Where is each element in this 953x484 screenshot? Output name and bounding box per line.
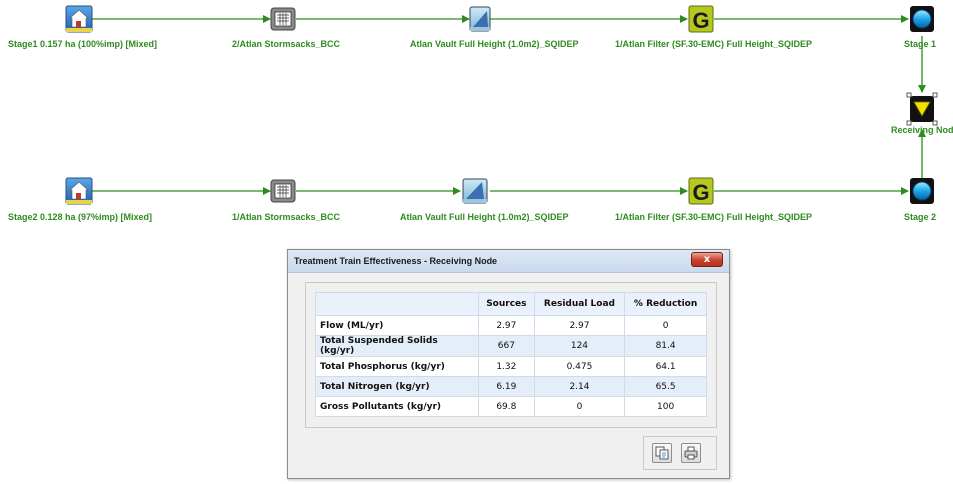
treatment-train-dialog: Treatment Train Effectiveness - Receivin…: [287, 249, 730, 479]
residual-cell: 0.475: [533, 356, 626, 377]
source-node-icon[interactable]: [65, 177, 93, 205]
stormsacks-node-icon[interactable]: [270, 179, 296, 203]
column-header-residual-load: Residual Load: [533, 292, 626, 316]
row-label: Total Suspended Solids (kg/yr): [315, 335, 479, 357]
close-icon: x: [703, 254, 711, 265]
stage2-label: Stage 2: [904, 212, 937, 222]
source2-label: Stage2 0.128 ha (97%imp) [Mixed]: [8, 212, 153, 222]
table-row[interactable]: Total Suspended Solids (kg/yr) 667 124 8…: [315, 335, 707, 357]
vault1-label: Atlan Vault Full Height (1.0m2)_SQIDEP: [410, 39, 579, 49]
dialog-title: Treatment Train Effectiveness - Receivin…: [294, 256, 498, 266]
residual-cell: 2.14: [533, 376, 626, 397]
sources-cell: 1.32: [478, 356, 535, 377]
table-header-row: Sources Residual Load % Reduction: [315, 292, 707, 316]
stage2-node-icon[interactable]: [910, 178, 934, 204]
source-node-icon[interactable]: [65, 5, 93, 33]
column-header-reduction: % Reduction: [624, 292, 707, 316]
filter-node-icon[interactable]: G: [688, 177, 714, 205]
stage1-node-icon[interactable]: [910, 6, 934, 32]
reduction-cell: 81.4: [624, 335, 707, 357]
filter-node-icon[interactable]: G: [688, 5, 714, 33]
column-header: [315, 292, 479, 316]
vault-node-icon[interactable]: [469, 6, 491, 32]
stage1-label: Stage 1: [904, 39, 937, 49]
sources-cell: 6.19: [478, 376, 535, 397]
residual-cell: 0: [533, 396, 626, 417]
source1-label: Stage1 0.157 ha (100%imp) [Mixed]: [8, 39, 158, 49]
filter1-label: 1/Atlan Filter (SF.30-EMC) Full Height_S…: [615, 39, 813, 49]
results-table: Sources Residual Load % Reduction Flow (…: [315, 292, 707, 417]
print-icon: [684, 446, 698, 460]
vault-node-icon[interactable]: [462, 178, 488, 204]
row-label: Flow (ML/yr): [315, 315, 479, 336]
receiving-node-icon[interactable]: [906, 92, 938, 126]
receiving-node-label: Receiving Node: [891, 125, 953, 135]
residual-cell: 2.97: [533, 315, 626, 336]
table-row[interactable]: Total Phosphorus (kg/yr) 1.32 0.475 64.1: [315, 356, 707, 377]
close-button[interactable]: x: [691, 252, 723, 267]
filter-glyph: G: [692, 8, 709, 33]
row-label: Total Nitrogen (kg/yr): [315, 376, 479, 397]
row-label: Total Phosphorus (kg/yr): [315, 356, 479, 377]
filter2-label: 1/Atlan Filter (SF.30-EMC) Full Height_S…: [615, 212, 813, 222]
sources-cell: 69.8: [478, 396, 535, 417]
dialog-titlebar[interactable]: Treatment Train Effectiveness - Receivin…: [288, 250, 729, 273]
copy-button[interactable]: [652, 443, 672, 463]
table-row[interactable]: Total Nitrogen (kg/yr) 6.19 2.14 65.5: [315, 376, 707, 397]
reduction-cell: 64.1: [624, 356, 707, 377]
print-button[interactable]: [681, 443, 701, 463]
reduction-cell: 0: [624, 315, 707, 336]
row-label: Gross Pollutants (kg/yr): [315, 396, 479, 417]
stormsacks1-label: 2/Atlan Stormsacks_BCC: [232, 39, 341, 49]
copy-icon: [655, 446, 669, 460]
sources-cell: 667: [478, 335, 535, 357]
residual-cell: 124: [533, 335, 626, 357]
reduction-cell: 65.5: [624, 376, 707, 397]
filter-glyph: G: [692, 180, 709, 205]
table-row[interactable]: Gross Pollutants (kg/yr) 69.8 0 100: [315, 396, 707, 417]
sources-cell: 2.97: [478, 315, 535, 336]
column-header-sources: Sources: [478, 292, 535, 316]
stormsacks-node-icon[interactable]: [270, 7, 296, 31]
table-row[interactable]: Flow (ML/yr) 2.97 2.97 0: [315, 315, 707, 336]
reduction-cell: 100: [624, 396, 707, 417]
stormsacks2-label: 1/Atlan Stormsacks_BCC: [232, 212, 341, 222]
vault2-label: Atlan Vault Full Height (1.0m2)_SQIDEP: [400, 212, 569, 222]
